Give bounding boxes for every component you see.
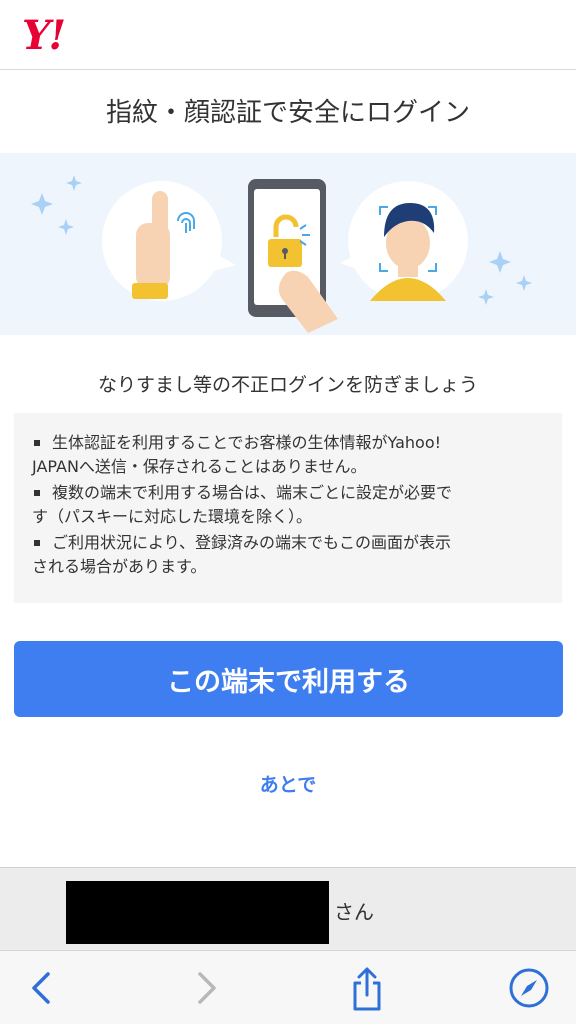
hero-illustration <box>0 153 576 335</box>
back-button[interactable] <box>16 963 66 1013</box>
bullet-icon <box>34 540 40 546</box>
notes-box: 生体認証を利用することでお客様の生体情報がYahoo! JAPANへ送信・保存さ… <box>14 413 562 603</box>
subtitle: なりすまし等の不正ログインを防ぎましょう <box>97 374 478 396</box>
redacted-username <box>66 881 329 944</box>
user-bar: さん <box>0 867 576 950</box>
bullet-icon <box>34 490 40 496</box>
note-item: 生体認証を利用することでお客様の生体情報がYahoo! JAPANへ送信・保存さ… <box>32 431 546 479</box>
compass-button[interactable] <box>504 963 554 1013</box>
face-bubble <box>340 181 468 301</box>
note-line: す（パスキーに対応した環境を除く）。 <box>32 507 313 526</box>
bullet-icon <box>34 440 40 446</box>
share-icon <box>353 967 381 1011</box>
phone-illustration <box>248 179 338 333</box>
forward-button[interactable] <box>182 963 232 1013</box>
browser-toolbar <box>0 950 576 1024</box>
use-on-this-device-button[interactable]: この端末で利用する <box>14 641 563 717</box>
note-line: される場合があります。 <box>32 557 207 576</box>
page-title: 指紋・顔認証で安全にログイン <box>105 98 470 128</box>
chevron-right-icon <box>198 972 216 1004</box>
sparkle-icon <box>31 175 82 235</box>
later-link[interactable]: あとで <box>0 770 576 797</box>
note-line: ご利用状況により、登録済みの端末でもこの画面が表示 <box>52 533 452 552</box>
yahoo-logo[interactable]: Y! <box>22 12 66 59</box>
note-line: 複数の端末で利用する場合は、端末ごとに設定が必要で <box>52 483 453 502</box>
note-line: 生体認証を利用することでお客様の生体情報がYahoo! <box>52 433 442 452</box>
user-suffix: さん <box>334 900 374 924</box>
note-line: JAPANへ送信・保存されることはありません。 <box>32 457 367 476</box>
fingerprint-bubble <box>102 181 236 301</box>
note-item: ご利用状況により、登録済みの端末でもこの画面が表示 される場合があります。 <box>32 531 546 579</box>
sparkle-icon <box>478 251 532 305</box>
share-button[interactable] <box>342 963 392 1013</box>
chevron-left-icon <box>32 972 50 1004</box>
note-item: 複数の端末で利用する場合は、端末ごとに設定が必要で す（パスキーに対応した環境を… <box>32 481 546 529</box>
site-header: Y! <box>0 0 576 70</box>
compass-icon <box>509 968 549 1008</box>
